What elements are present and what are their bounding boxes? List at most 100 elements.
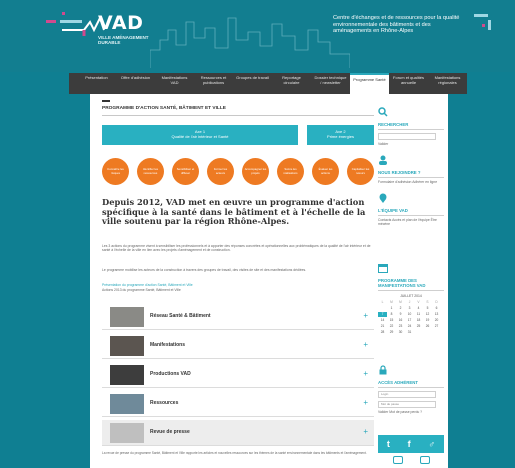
nav-item[interactable]: Présentation [77,73,116,94]
axis-2-box[interactable]: Axe 2 Prime énergies [307,125,374,145]
calendar-day[interactable]: 30 [396,330,405,335]
team-links[interactable]: Contacts Accès et plan de l'équipe Être … [378,218,444,227]
calendar-day[interactable]: 23 [396,324,405,329]
calendar-day[interactable]: 12 [423,312,432,317]
logo-subtitle: VILLE AMÉNAGEMENT DURABLE [98,35,149,46]
main-navigation: Présentation Offre d'adhésion Manifestatio… [69,73,467,94]
calendar-day[interactable]: 13 [432,312,441,317]
expand-icon[interactable]: + [363,398,368,407]
accordion-item[interactable]: Ressources + [102,391,374,417]
logo-text[interactable]: VAD [98,12,143,34]
camera-icon[interactable] [392,456,403,464]
join-title[interactable]: NOUS REJOINDRE ? [378,170,444,178]
page-content: PROGRAMME D'ACTION SANTÉ, BÂTIMENT ET VI… [90,94,448,468]
search-submit[interactable]: Valider [378,142,444,146]
access-links[interactable]: Valider Mot de passe perdu ? [378,410,444,414]
axis-2-label: Prime énergies [327,134,354,139]
calendar-day[interactable]: 9 [396,312,405,317]
nav-item[interactable]: Offre d'adhésion [116,73,155,94]
nav-item[interactable]: Forum et qualités annuelle [389,73,428,94]
calendar-day[interactable]: 11 [414,312,423,317]
calendar-day[interactable]: 25 [414,324,423,329]
expand-icon[interactable]: + [363,369,368,378]
video-icon[interactable] [419,456,430,464]
action-circle[interactable]: Sensibiliser et diffuser [172,158,199,185]
expand-icon[interactable]: + [363,311,368,320]
nav-item[interactable]: Manifestations régionales [428,73,467,94]
join-links[interactable]: Formulaire d'adhésion Adhérer en ligne [378,180,444,184]
calendar-day[interactable]: 20 [432,318,441,323]
calendar-day[interactable]: 15 [387,318,396,323]
action-circle[interactable]: Capitaliser les retours [347,158,374,185]
social-icon[interactable]: ♂ [428,439,435,449]
calendar-day[interactable]: 29 [387,330,396,335]
nav-item[interactable]: Dossier technique / newsletter [311,73,350,94]
calendar-day[interactable]: 28 [378,330,387,335]
action-circle[interactable]: Accompagner les projets [242,158,269,185]
nav-item[interactable]: Manifestations VAD [155,73,194,94]
calendar-day[interactable]: 10 [405,312,414,317]
facebook-icon[interactable]: f [408,439,411,449]
calendar-day[interactable]: 16 [396,318,405,323]
login-placeholder: Login [381,392,389,396]
nav-item[interactable]: Groupes de travail [233,73,272,94]
action-circle[interactable]: Identifier les ressources [137,158,164,185]
expand-icon[interactable]: + [363,340,368,349]
calendar-day[interactable]: 4 [414,306,423,311]
program-link[interactable]: Présentation du programme d'action Santé… [102,283,374,287]
action-circle-label: Capitaliser les retours [351,167,370,175]
calendar-day[interactable]: 14 [378,318,387,323]
calendar-day[interactable]: 18 [414,318,423,323]
calendar-day[interactable]: 5 [423,306,432,311]
action-circle[interactable]: Former les acteurs [207,158,234,185]
calendar-day [423,330,432,335]
nav-item[interactable]: Ressources et publications [194,73,233,94]
accordion-item[interactable]: Réseau Santé & Bâtiment + [102,304,374,330]
user-icon [379,155,387,165]
accordion-label: Réseau Santé & Bâtiment [150,313,211,319]
action-circle[interactable]: Évaluer les actions [312,158,339,185]
twitter-icon[interactable]: t [387,439,390,449]
calendar-day[interactable]: 31 [405,330,414,335]
nav-item[interactable]: Reportage circulaire [272,73,311,94]
calendar-day[interactable]: 6 [432,306,441,311]
calendar-weekday: M [399,300,402,304]
calendar-month: JUILLET 2014 [400,294,422,298]
social-bar: t f ♂ [378,435,444,453]
intro-paragraph: Les 3 actions du programme visent à sens… [102,244,371,253]
calendar-day[interactable]: 19 [423,318,432,323]
calendar-day[interactable]: 2 [396,306,405,311]
location-icon [379,193,387,203]
intro-paragraph-2: Le programme mobilise les acteurs de la … [102,268,307,272]
calendar-day[interactable]: 8 [387,312,396,317]
calendar-day[interactable]: 3 [405,306,414,311]
login-input[interactable]: Login [378,391,436,398]
action-circle[interactable]: Connaître les risques [102,158,129,185]
password-input[interactable]: Mot de passe [378,401,436,408]
calendar-day[interactable]: 7 [378,312,387,317]
team-block: L'ÉQUIPE VAD Contacts Accès et plan de l… [378,190,444,227]
city-skyline-graphic [150,17,350,68]
action-circle[interactable]: Suivre les réalisations [277,158,304,185]
calendar-day[interactable]: 17 [405,318,414,323]
team-title[interactable]: L'ÉQUIPE VAD [378,208,444,216]
calendar-day[interactable]: 1 [387,306,396,311]
calendar-weekday: V [417,300,420,304]
accordion-item[interactable]: Revue de presse + [102,420,374,446]
accordion-item[interactable]: Manifestations + [102,333,374,359]
axis-1-box[interactable]: Axe 1 Qualité de l'air intérieur et Sant… [102,125,298,145]
calendar-day[interactable]: 22 [387,324,396,329]
calendar-day[interactable]: 27 [432,324,441,329]
site-tagline: Centre d'échanges et de ressources pour … [333,15,460,35]
calendar-title: PROGRAMME DES MANIFESTATIONS VAD [378,278,444,291]
search-icon [378,107,388,117]
expand-icon[interactable]: + [363,427,368,436]
calendar-day[interactable]: 21 [378,324,387,329]
calendar-day[interactable]: 24 [405,324,414,329]
search-input[interactable] [378,133,436,140]
accordion-thumbnail [110,307,144,327]
nav-item[interactable]: Programme Santé [350,73,389,94]
accordion-item[interactable]: Productions VAD + [102,362,374,388]
media-icons [384,456,438,464]
calendar-day[interactable]: 26 [423,324,432,329]
